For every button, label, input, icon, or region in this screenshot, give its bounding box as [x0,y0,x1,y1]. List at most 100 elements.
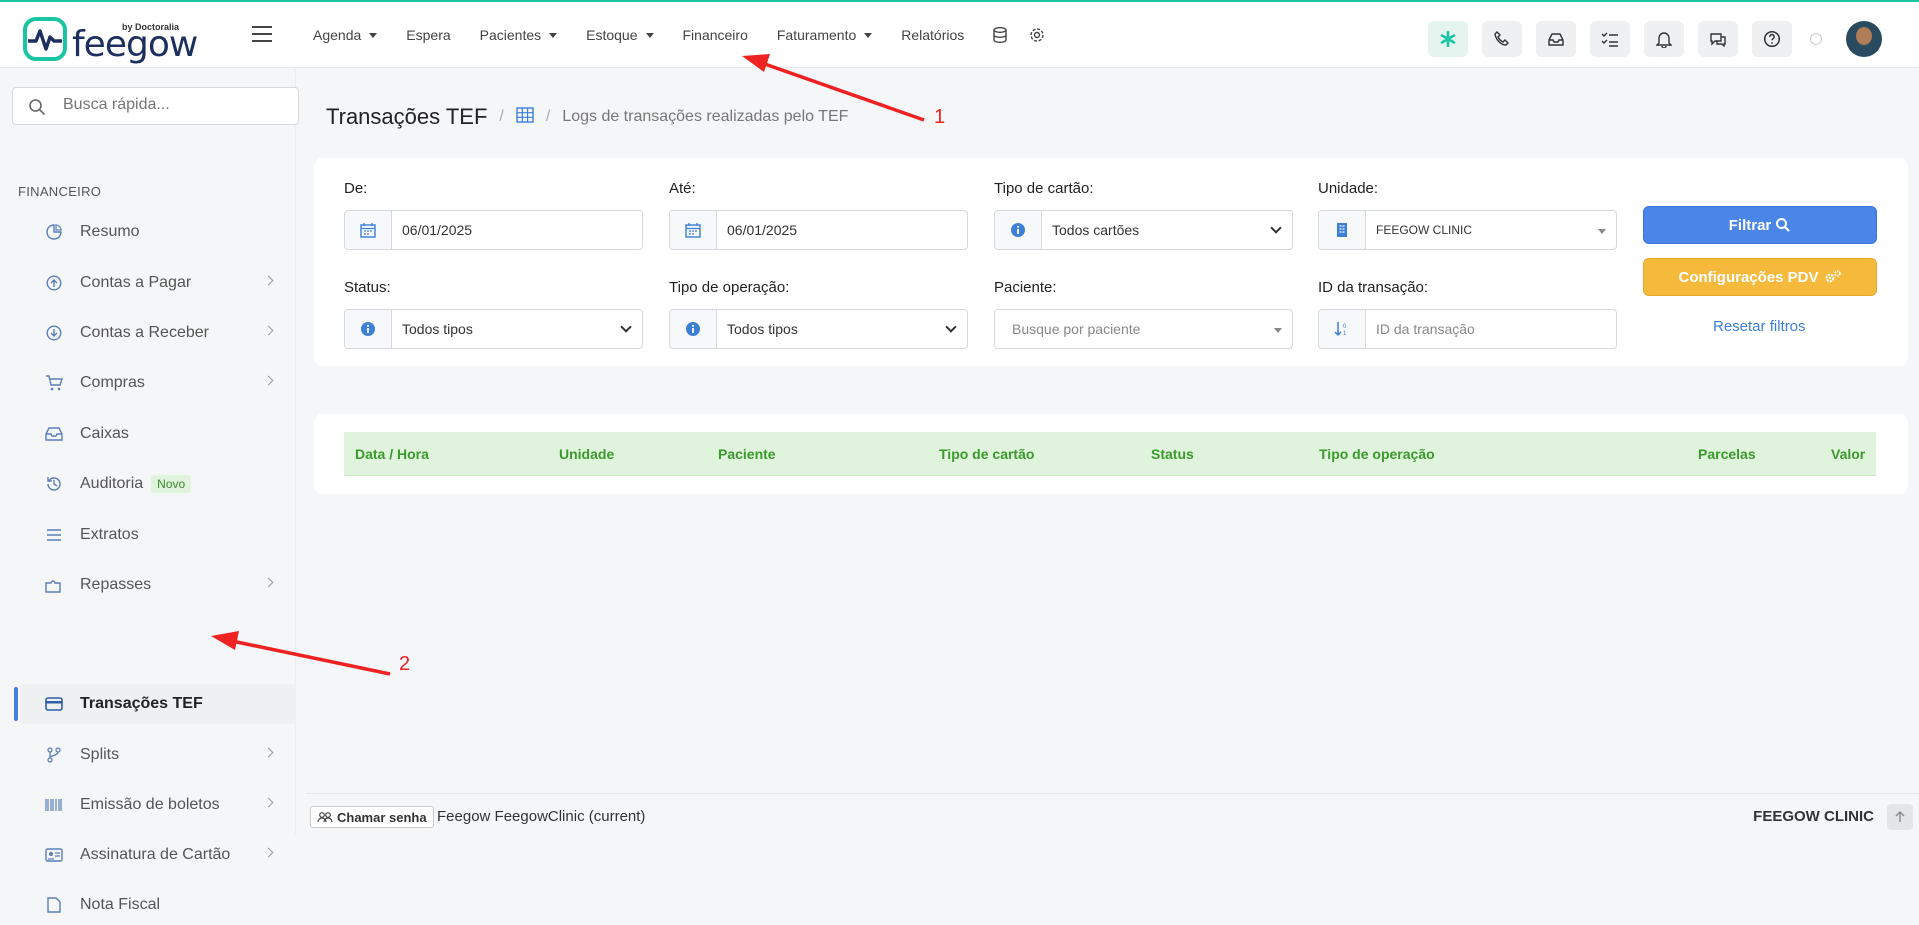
caret-down-icon [1274,328,1282,333]
sidebar-item-splits[interactable]: Splits [28,735,278,775]
footer-unit: FEEGOW CLINIC [1753,808,1874,825]
sidebar-item-repasses[interactable]: Repasses [28,565,278,605]
transaction-id-field[interactable]: 01 ID da transação [1318,309,1617,349]
chevron-right-icon [263,847,274,858]
page-subtitle: Logs de transações realizadas pelo TEF [562,108,849,125]
sidebar-item-auditoria[interactable]: Auditoria Novo [28,464,278,504]
menu-item-estoque[interactable]: Estoque [586,27,654,43]
sidebar-item-emissao-de-boletos[interactable]: Emissão de boletos [28,785,278,825]
calendar-icon [670,211,717,249]
column-header-tipo-operacao[interactable]: Tipo de operação [1319,446,1435,462]
new-badge: Novo [151,475,192,493]
chevron-down-icon [620,321,632,333]
column-header-valor[interactable]: Valor [1831,446,1865,462]
filters-card: De: 06/01/2025 Até: 06/01/2025 Tipo de c… [314,158,1908,366]
brand-byline: by Doctoralia [122,22,180,32]
inbox-icon[interactable] [1536,21,1576,57]
column-header-status[interactable]: Status [1151,446,1194,462]
chevron-right-icon [263,325,274,336]
cart-icon [44,373,64,393]
menu-item-espera[interactable]: Espera [406,27,450,43]
asterisk-icon[interactable] [1428,21,1468,57]
info-icon [995,211,1042,249]
menu-item-faturamento[interactable]: Faturamento [777,27,873,43]
svg-text:0: 0 [1343,324,1347,330]
sidebar-item-label: Resumo [80,223,140,240]
column-header-data-hora[interactable]: Data / Hora [355,446,429,462]
gear-icon[interactable] [1029,27,1045,43]
inbox-icon [44,424,64,444]
sidebar-item-label: Compras [80,374,145,391]
database-icon[interactable] [993,27,1007,43]
menu-item-label: Espera [406,27,451,43]
paciente-label: Paciente: [994,279,1057,296]
status-select[interactable]: Todos tipos [344,309,643,349]
caret-down-icon [645,32,654,38]
barcode-icon [44,795,64,815]
column-header-unidade[interactable]: Unidade [559,446,614,462]
column-header-tipo-cartao[interactable]: Tipo de cartão [939,446,1034,462]
ate-label: Até: [669,180,696,197]
chevron-right-icon [263,747,274,758]
footer-bar: Chamar senha Feegow FeegowClinic (curren… [306,793,1919,835]
help-icon[interactable] [1752,21,1792,57]
column-header-parcelas[interactable]: Parcelas [1698,446,1756,462]
sidebar-item-label: Caixas [80,425,129,442]
feegow-logo[interactable]: feegow by Doctoralia [22,16,198,65]
tipo-cartao-label: Tipo de cartão: [994,180,1094,197]
sidebar-item-contas-a-pagar[interactable]: Contas a Pagar [28,263,278,303]
breadcrumb-separator: / [545,108,551,125]
info-icon [670,310,717,348]
main-menu: Agenda Espera Pacientes Estoque Financei… [313,27,1067,43]
sidebar-item-extratos[interactable]: Extratos [28,515,278,555]
grid-icon[interactable] [516,106,534,128]
unit-select[interactable]: FEEGOW CLINIC [1318,210,1617,250]
sidebar-item-label: Transações TEF [80,695,203,712]
sidebar-item-label: Extratos [80,526,139,543]
menu-item-label: Relatórios [901,27,965,43]
date-to-field[interactable]: 06/01/2025 [669,210,968,250]
transaction-id-placeholder: ID da transação [1376,321,1475,337]
checklist-icon[interactable] [1590,21,1630,57]
config-pdv-button[interactable]: Configurações PDV [1643,258,1877,296]
menu-item-agenda[interactable]: Agenda [313,27,378,43]
menu-toggle-icon[interactable] [252,26,272,44]
quick-search[interactable] [12,87,299,125]
chevron-down-icon [1270,222,1282,234]
call-ticket-button[interactable]: Chamar senha [310,806,434,828]
svg-text:1: 1 [1343,331,1347,337]
sidebar-item-compras[interactable]: Compras [28,363,278,403]
caret-down-icon [369,32,378,38]
sidebar-item-caixas[interactable]: Caixas [28,414,278,454]
chat-icon[interactable] [1698,21,1738,57]
sidebar-item-transacoes-tef[interactable]: Transações TEF [20,684,296,724]
operation-type-select[interactable]: Todos tipos [669,309,968,349]
top-right-icons [1428,21,1882,57]
card-type-select[interactable]: Todos cartões [994,210,1293,250]
patient-search-select[interactable]: Busque por paciente [994,309,1293,349]
phone-icon[interactable] [1482,21,1522,57]
sidebar-item-contas-a-receber[interactable]: Contas a Receber [28,313,278,353]
config-pdv-button-label: Configurações PDV [1678,268,1819,286]
sidebar-item-label: Splits [80,746,120,763]
gears-icon [1825,270,1841,283]
date-to-value: 06/01/2025 [727,222,798,238]
users-icon [317,812,333,823]
search-input[interactable] [63,96,283,114]
sidebar-item-nota-fiscal[interactable]: Nota Fiscal [28,885,278,925]
sidebar-item-label: Assinatura de Cartão [80,846,231,863]
date-from-field[interactable]: 06/01/2025 [344,210,643,250]
user-avatar[interactable] [1846,21,1882,57]
scroll-top-button[interactable] [1887,804,1913,830]
reset-filters-link[interactable]: Resetar filtros [1713,318,1806,335]
menu-item-pacientes[interactable]: Pacientes [480,27,558,43]
filter-button[interactable]: Filtrar [1643,206,1877,244]
sidebar-item-assinatura-de-cartao[interactable]: Assinatura de Cartão [28,835,278,875]
menu-item-financeiro[interactable]: Financeiro [683,27,748,43]
bell-icon[interactable] [1644,21,1684,57]
column-header-paciente[interactable]: Paciente [718,446,776,462]
arrow-up-circle-icon [44,273,64,293]
menu-item-relatorios[interactable]: Relatórios [901,27,964,43]
id-card-icon [44,845,64,865]
sidebar-item-resumo[interactable]: Resumo [28,212,278,252]
